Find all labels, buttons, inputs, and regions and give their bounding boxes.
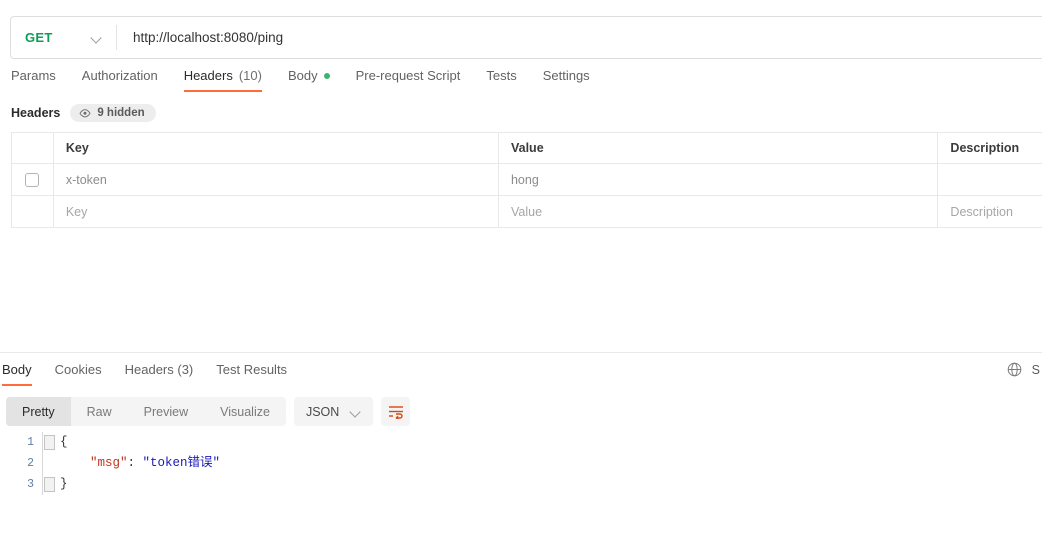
- row-checkbox-cell-empty: [12, 196, 54, 227]
- chevron-down-icon: [350, 408, 361, 415]
- line-number: 1: [27, 436, 34, 449]
- fold-marker-icon[interactable]: [44, 435, 55, 450]
- response-format-toolbar: Pretty Raw Preview Visualize JSON: [6, 397, 411, 426]
- code-line: 1 {: [0, 432, 1042, 453]
- code-token-colon: :: [127, 456, 143, 470]
- new-row-value-input[interactable]: Value: [499, 196, 939, 227]
- body-modified-dot-icon: [323, 72, 330, 79]
- headers-title: Headers: [11, 106, 61, 120]
- fold-gutter: [42, 453, 54, 474]
- tab-pre-request-script-label: Pre-request Script: [355, 68, 461, 83]
- code-line: 2 "msg": "token错误": [0, 453, 1042, 474]
- code-token-brace: }: [60, 477, 68, 491]
- save-response-label[interactable]: S: [1032, 363, 1040, 377]
- format-mode-preview[interactable]: Preview: [128, 397, 204, 426]
- globe-icon[interactable]: [1007, 362, 1022, 377]
- chevron-down-icon: [91, 34, 102, 41]
- code-token-indent: [60, 456, 90, 470]
- http-method-label: GET: [25, 30, 53, 45]
- headers-table: Key Value Description x-token hong Key V…: [11, 132, 1042, 228]
- tab-settings[interactable]: Settings: [543, 68, 590, 92]
- row-enable-checkbox[interactable]: [25, 172, 40, 187]
- table-row: Key Value Description: [12, 196, 1042, 228]
- hidden-headers-toggle[interactable]: 9 hidden: [70, 104, 156, 122]
- tab-tests[interactable]: Tests: [486, 68, 516, 92]
- http-method-selector[interactable]: GET: [11, 17, 116, 58]
- eye-icon: [79, 108, 91, 117]
- word-wrap-icon: [388, 405, 403, 419]
- tab-params-label: Params: [11, 68, 56, 83]
- row-value-input[interactable]: hong: [499, 164, 939, 195]
- line-number: 2: [27, 457, 34, 470]
- tab-headers[interactable]: Headers (10): [183, 68, 263, 92]
- new-row-key-input[interactable]: Key: [54, 196, 499, 227]
- new-row-description-input[interactable]: Description: [938, 196, 1042, 227]
- column-header-key: Key: [54, 133, 499, 163]
- response-tab-test-results[interactable]: Test Results: [216, 362, 287, 386]
- request-tabs: Params Authorization Headers (10) Body P…: [0, 68, 1042, 98]
- response-language-selector[interactable]: JSON: [293, 397, 374, 426]
- hidden-headers-count: 9 hidden: [97, 107, 145, 119]
- fold-gutter[interactable]: [42, 474, 55, 495]
- response-tab-headers[interactable]: Headers (3): [125, 362, 194, 386]
- code-token-value: "token错误": [142, 456, 221, 470]
- format-mode-raw[interactable]: Raw: [71, 397, 128, 426]
- url-bar: GET http://localhost:8080/ping: [10, 16, 1042, 59]
- code-token-key: "msg": [90, 456, 128, 470]
- response-tabs: Body Cookies Headers (3) Test Results S: [0, 362, 1042, 386]
- tab-body-label: Body: [287, 68, 318, 83]
- table-header-row: Key Value Description: [12, 133, 1042, 164]
- code-line: 3 }: [0, 474, 1042, 495]
- url-input[interactable]: http://localhost:8080/ping: [117, 17, 1042, 58]
- format-mode-visualize[interactable]: Visualize: [204, 397, 286, 426]
- tab-tests-label: Tests: [486, 68, 517, 83]
- code-text: "msg": "token错误": [60, 453, 220, 474]
- row-checkbox-cell: [12, 164, 54, 195]
- format-mode-segmented-control: Pretty Raw Preview Visualize: [6, 397, 286, 426]
- headers-subheader: Headers 9 hidden: [11, 104, 156, 122]
- tab-params[interactable]: Params: [11, 68, 56, 92]
- row-key-input[interactable]: x-token: [54, 164, 499, 195]
- tab-settings-label: Settings: [542, 68, 590, 83]
- request-response-divider: [0, 352, 1042, 353]
- column-header-value: Value: [499, 133, 939, 163]
- table-row: x-token hong: [12, 164, 1042, 196]
- postman-request-response-pane: GET http://localhost:8080/ping Params Au…: [0, 0, 1042, 545]
- tab-body[interactable]: Body: [288, 68, 330, 92]
- code-text: }: [60, 474, 68, 495]
- tab-headers-label: Headers: [183, 68, 233, 83]
- format-mode-pretty[interactable]: Pretty: [6, 397, 71, 426]
- response-body-code[interactable]: 1 { 2 "msg": "token错误" 3 }: [0, 432, 1042, 495]
- row-description-input[interactable]: [938, 164, 1042, 195]
- url-bar-container: GET http://localhost:8080/ping: [10, 16, 1042, 59]
- response-language-label: JSON: [305, 404, 340, 419]
- fold-marker-icon[interactable]: [44, 477, 55, 492]
- code-token-brace: {: [60, 435, 68, 449]
- line-number: 3: [27, 478, 34, 491]
- response-tab-body[interactable]: Body: [2, 362, 32, 386]
- word-wrap-toggle[interactable]: [381, 397, 411, 426]
- tab-authorization-label: Authorization: [81, 68, 158, 83]
- response-actions: S: [1007, 362, 1042, 377]
- tab-pre-request-script[interactable]: Pre-request Script: [356, 68, 461, 92]
- column-header-description: Description: [950, 141, 1020, 155]
- code-text: {: [60, 432, 68, 453]
- tab-authorization[interactable]: Authorization: [82, 68, 158, 92]
- header-cell-select: [12, 133, 54, 163]
- fold-gutter[interactable]: [42, 432, 55, 453]
- response-tab-cookies[interactable]: Cookies: [55, 362, 102, 386]
- tab-headers-count: (10): [238, 68, 262, 83]
